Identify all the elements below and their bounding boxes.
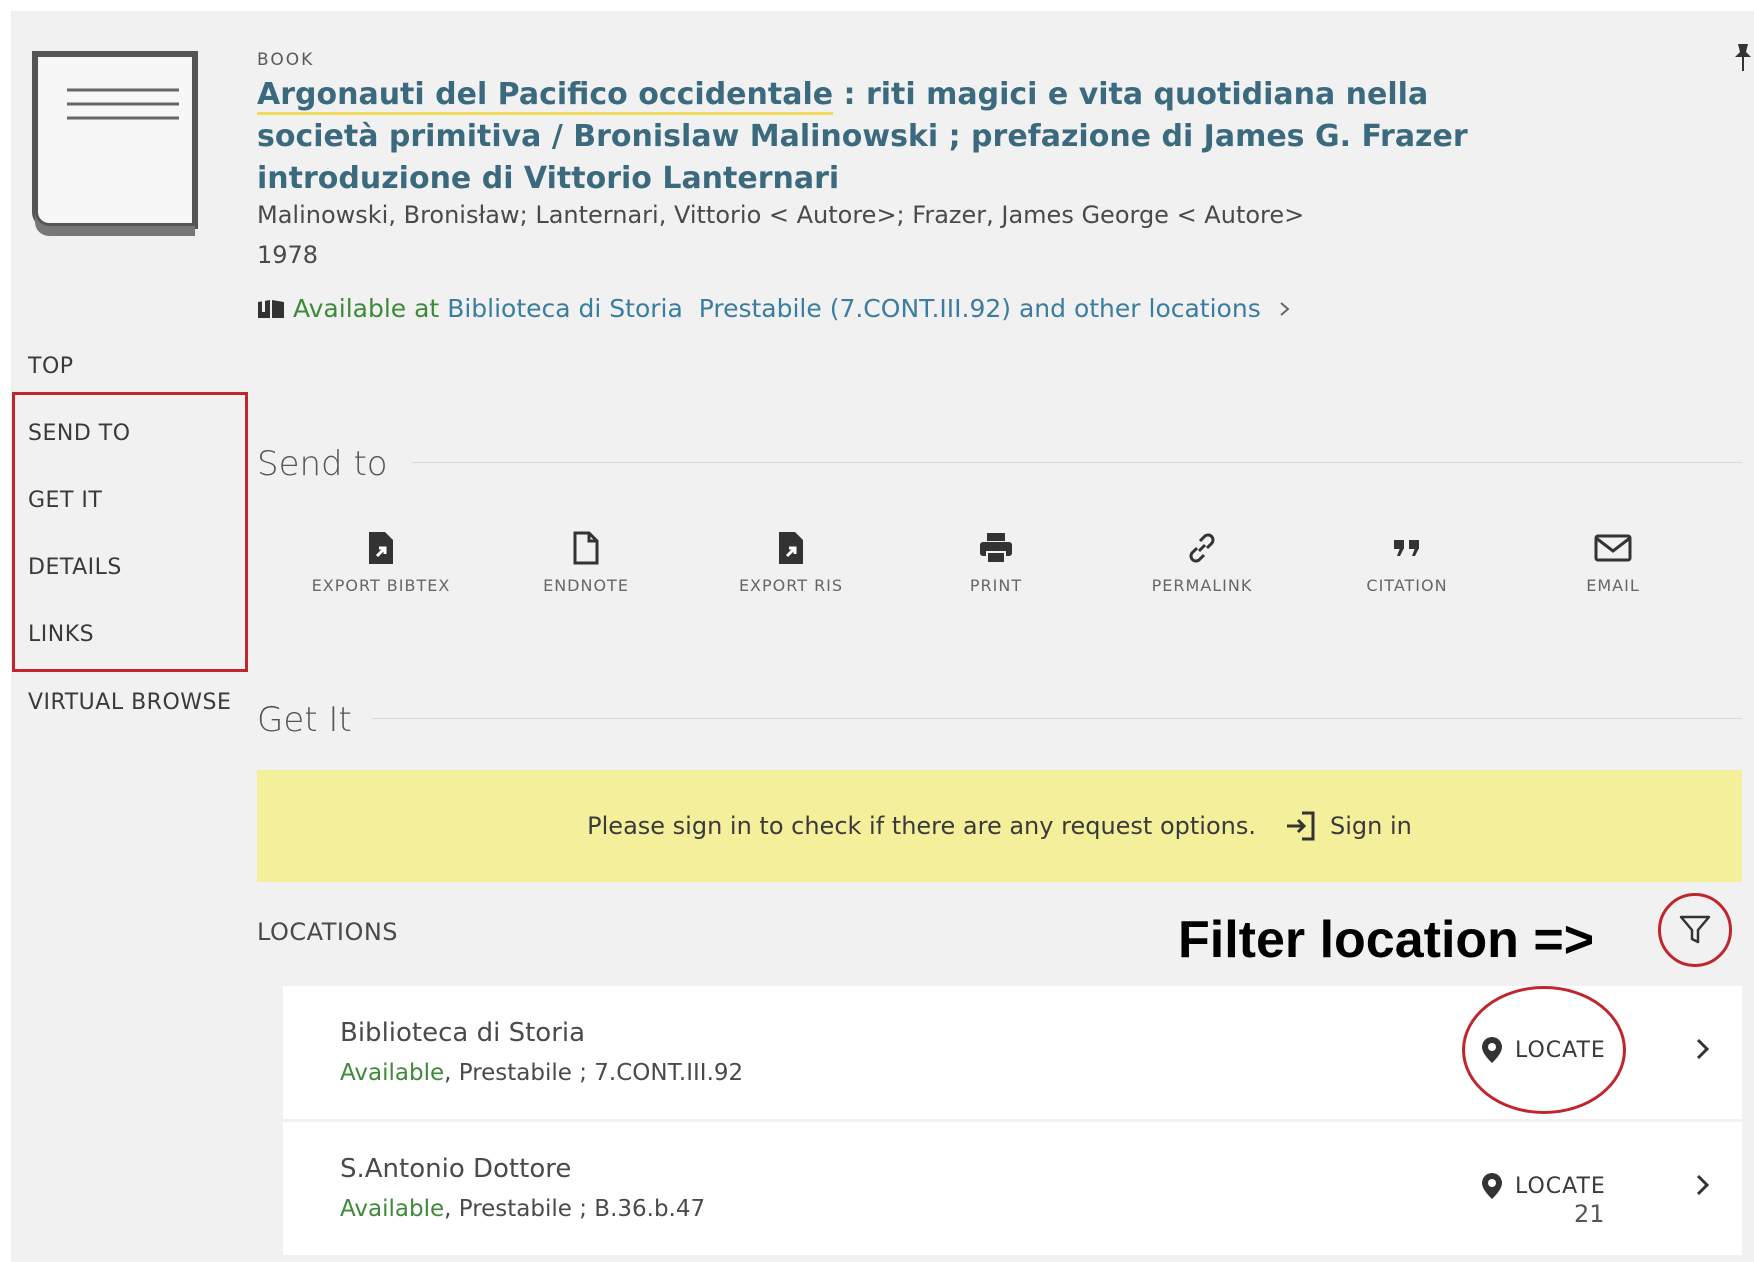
location-holding: Available, Prestabile ; 7.CONT.III.92 bbox=[340, 1060, 743, 1086]
locate-label: LOCATE bbox=[1515, 1173, 1606, 1199]
record-title-main[interactable]: Argonauti del Pacifico occidentale bbox=[257, 77, 834, 115]
filter-annotation: Filter location => bbox=[1178, 911, 1595, 969]
export-ris-label: EXPORT RIS bbox=[738, 576, 844, 595]
nav-highlight-box bbox=[12, 392, 248, 672]
chevron-right-icon[interactable] bbox=[1693, 1034, 1713, 1064]
locate-highlight-circle bbox=[1462, 986, 1626, 1114]
sign-in-label[interactable]: Sign in bbox=[1330, 812, 1412, 840]
record-title[interactable]: Argonauti del Pacifico occidentale : rit… bbox=[257, 74, 1487, 200]
citation-label: CITATION bbox=[1366, 576, 1448, 595]
location-status: Available bbox=[340, 1196, 445, 1222]
filter-button[interactable] bbox=[1658, 893, 1732, 967]
export-file-icon bbox=[369, 532, 393, 564]
record-year: 1978 bbox=[257, 241, 319, 269]
get-it-divider bbox=[372, 718, 1742, 719]
location-card[interactable]: S.Antonio Dottore Available, Prestabile … bbox=[283, 1122, 1742, 1255]
printer-icon bbox=[980, 533, 1012, 564]
location-detail: , Prestabile ; 7.CONT.III.92 bbox=[444, 1060, 744, 1086]
chevron-right-icon bbox=[1280, 301, 1290, 316]
get-it-heading: Get It bbox=[257, 700, 352, 740]
nav-top[interactable]: TOP bbox=[28, 354, 74, 379]
book-cover-icon bbox=[32, 51, 198, 236]
page-number: 21 bbox=[1574, 1200, 1605, 1228]
filter-icon bbox=[1679, 915, 1711, 944]
nav-virtual-browse[interactable]: VIRTUAL BROWSE bbox=[28, 690, 231, 715]
record-type: BOOK bbox=[257, 50, 315, 70]
print-button[interactable]: PRINT bbox=[916, 530, 1076, 595]
record-authors: Malinowski, Bronisław; Lanternari, Vitto… bbox=[257, 201, 1305, 229]
sign-in-banner: Please sign in to check if there are any… bbox=[257, 770, 1742, 882]
location-name: Biblioteca di Storia bbox=[340, 1018, 586, 1048]
email-button[interactable]: EMAIL bbox=[1533, 530, 1693, 595]
endnote-button[interactable]: ENDNOTE bbox=[506, 530, 666, 595]
export-bibtex-label: EXPORT BIBTEX bbox=[311, 576, 451, 595]
sign-in-icon bbox=[1286, 811, 1315, 841]
email-label: EMAIL bbox=[1586, 576, 1640, 595]
chevron-right-icon[interactable] bbox=[1693, 1170, 1713, 1200]
permalink-label: PERMALINK bbox=[1151, 576, 1253, 595]
export-file-icon bbox=[779, 532, 803, 564]
location-detail: , Prestabile ; B.36.b.47 bbox=[444, 1196, 706, 1222]
permalink-button[interactable]: PERMALINK bbox=[1122, 530, 1282, 595]
location-holding: Available, Prestabile ; B.36.b.47 bbox=[340, 1196, 705, 1222]
print-label: PRINT bbox=[969, 576, 1023, 595]
locations-heading: LOCATIONS bbox=[257, 918, 399, 946]
export-bibtex-button[interactable]: EXPORT BIBTEX bbox=[301, 530, 461, 595]
link-icon bbox=[1189, 533, 1215, 563]
pin-icon[interactable] bbox=[1734, 42, 1752, 72]
availability-line[interactable]: Available at Biblioteca di Storia Presta… bbox=[257, 294, 1293, 323]
location-status: Available bbox=[340, 1060, 445, 1086]
availability-detail[interactable]: Prestabile (7.CONT.III.92) and other loc… bbox=[699, 294, 1261, 323]
export-ris-button[interactable]: EXPORT RIS bbox=[711, 530, 871, 595]
document-icon bbox=[573, 531, 599, 565]
locate-button[interactable]: LOCATE bbox=[1481, 1172, 1606, 1200]
location-name: S.Antonio Dottore bbox=[340, 1154, 572, 1184]
envelope-icon bbox=[1594, 534, 1632, 562]
availability-prefix: Available at bbox=[293, 294, 440, 323]
send-to-divider bbox=[412, 462, 1742, 463]
availability-library[interactable]: Biblioteca di Storia bbox=[447, 294, 683, 323]
map-pin-icon bbox=[1482, 1173, 1502, 1199]
sign-in-message: Please sign in to check if there are any… bbox=[587, 812, 1256, 840]
quote-icon bbox=[1394, 540, 1419, 556]
citation-button[interactable]: CITATION bbox=[1327, 530, 1487, 595]
endnote-label: ENDNOTE bbox=[543, 576, 629, 595]
sign-in-button[interactable]: Sign in bbox=[1284, 809, 1412, 843]
open-book-icon bbox=[258, 299, 284, 318]
send-to-heading: Send to bbox=[257, 444, 388, 484]
